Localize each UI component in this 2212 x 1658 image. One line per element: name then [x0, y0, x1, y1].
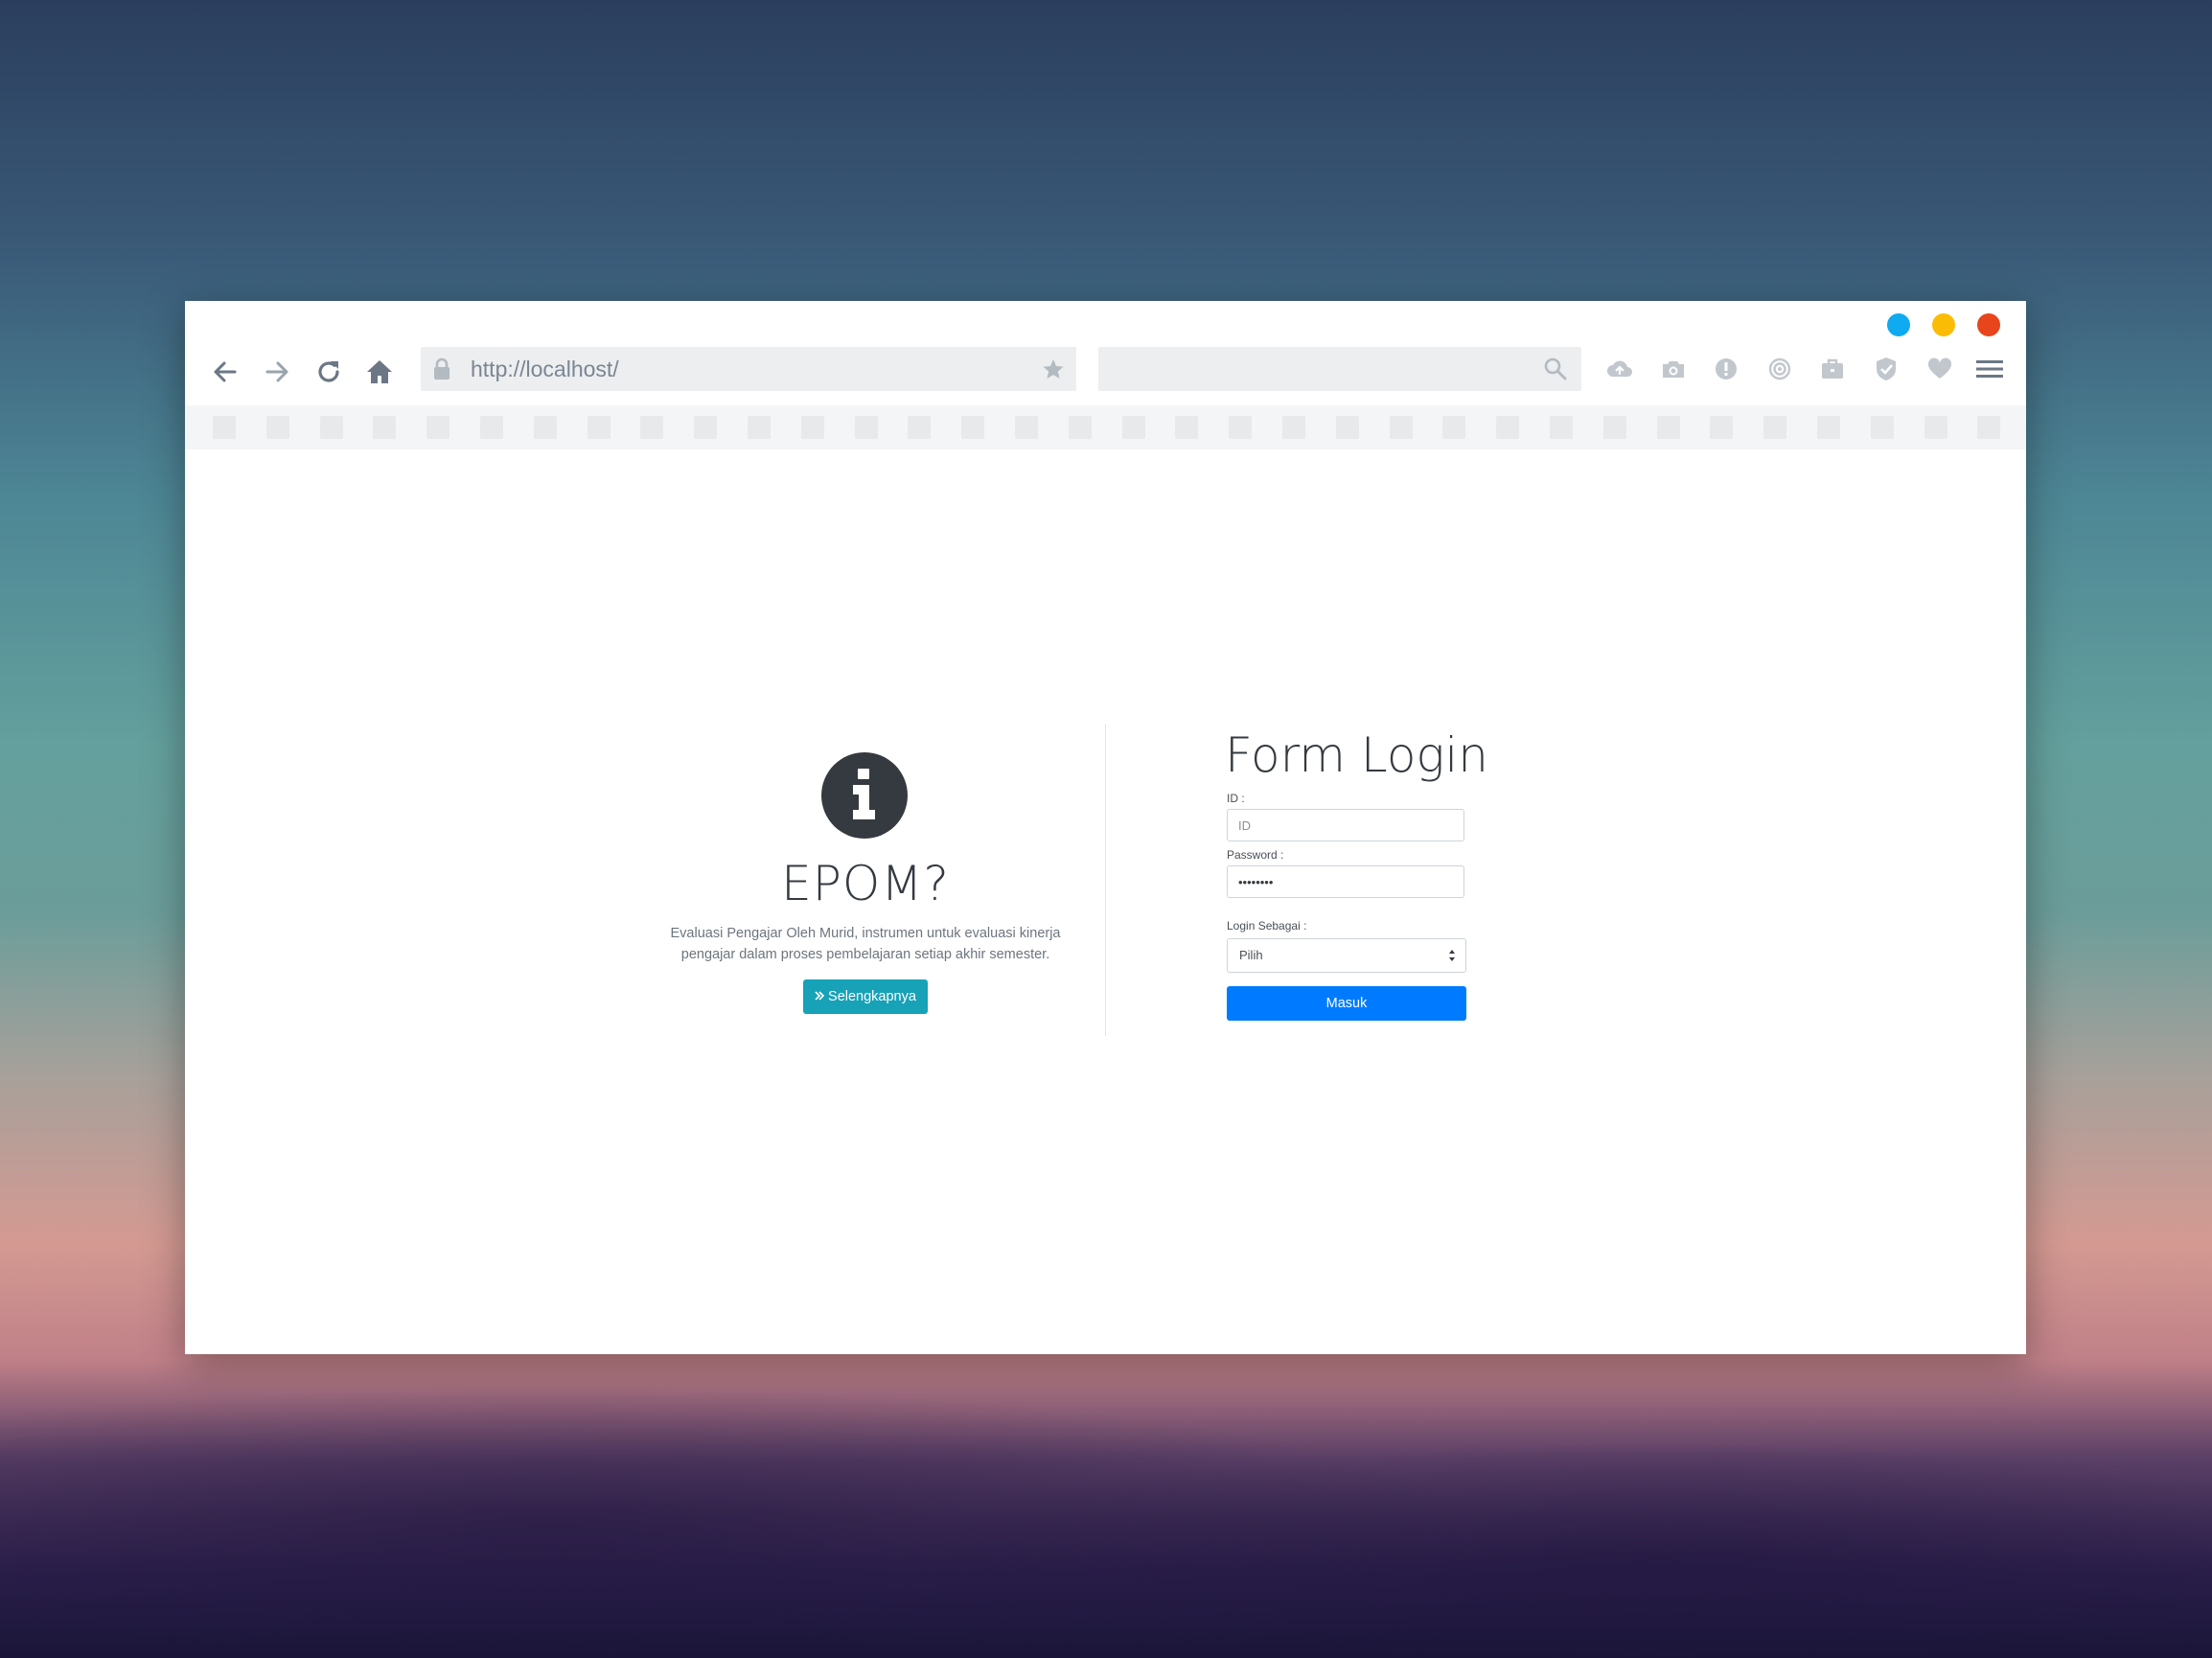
info-description-line2: pengajar dalam proses pembelajaran setia…	[680, 947, 1050, 962]
bookmark-placeholder[interactable]	[1817, 416, 1840, 439]
bookmark-placeholder[interactable]	[1015, 416, 1038, 439]
sort-caret-icon	[1448, 949, 1456, 962]
camera-icon[interactable]	[1657, 353, 1690, 385]
window-maximize-button[interactable]	[1932, 313, 1955, 336]
bookmark-placeholder[interactable]	[1229, 416, 1253, 439]
bookmark-placeholder[interactable]	[1550, 416, 1573, 439]
window-close-button[interactable]	[1977, 313, 2000, 336]
double-chevron-right-icon	[815, 989, 825, 1004]
bookmark-placeholder[interactable]	[1389, 416, 1413, 439]
password-input[interactable]	[1227, 865, 1464, 898]
bookmark-placeholder[interactable]	[533, 416, 557, 439]
info-description-line1: Evaluasi Pengajar Oleh Murid, instrumen …	[670, 926, 1061, 941]
bookmark-placeholder[interactable]	[426, 416, 450, 439]
reload-icon[interactable]	[310, 353, 348, 391]
bookmark-placeholder[interactable]	[854, 416, 878, 439]
info-title: EPOM?	[781, 856, 950, 911]
bookmark-placeholder[interactable]	[373, 416, 397, 439]
bookmark-placeholder[interactable]	[1282, 416, 1305, 439]
bookmark-placeholder[interactable]	[319, 416, 343, 439]
briefcase-icon[interactable]	[1816, 353, 1849, 385]
browser-chrome: http://localhost/	[185, 301, 2026, 449]
back-arrow-icon[interactable]	[206, 353, 244, 391]
read-more-button[interactable]: Selengkapnya	[803, 979, 928, 1014]
role-select[interactable]: Pilih	[1227, 938, 1466, 973]
bookmark-placeholder[interactable]	[800, 416, 824, 439]
window-minimize-button[interactable]	[1887, 313, 1910, 336]
bookmarks-bar	[185, 405, 2026, 449]
bookmark-placeholder[interactable]	[1602, 416, 1626, 439]
bookmark-placeholder[interactable]	[908, 416, 932, 439]
lock-icon	[432, 357, 451, 384]
role-label: Login Sebagai :	[1227, 919, 1307, 933]
address-bar[interactable]: http://localhost/	[421, 347, 1076, 391]
browser-window: http://localhost/ EPOM? Evaluasi Pengaja…	[185, 301, 2026, 1354]
shield-check-icon[interactable]	[1870, 353, 1902, 385]
info-circle-icon	[821, 752, 908, 839]
forward-arrow-icon[interactable]	[258, 353, 296, 391]
form-title: Form Login	[1225, 727, 1488, 783]
role-select-value: Pilih	[1239, 948, 1263, 962]
cloud-upload-icon[interactable]	[1603, 353, 1636, 385]
bookmark-placeholder[interactable]	[694, 416, 718, 439]
bookmark-placeholder[interactable]	[1656, 416, 1680, 439]
bookmark-placeholder[interactable]	[1442, 416, 1466, 439]
home-icon[interactable]	[360, 353, 399, 391]
heart-icon[interactable]	[1924, 353, 1956, 385]
bookmark-placeholder[interactable]	[1068, 416, 1092, 439]
login-submit-button[interactable]: Masuk	[1227, 986, 1466, 1021]
bookmark-placeholder[interactable]	[1175, 416, 1199, 439]
id-label: ID :	[1227, 792, 1245, 805]
search-icon[interactable]	[1543, 357, 1568, 385]
bookmark-placeholder[interactable]	[1121, 416, 1145, 439]
bookmark-placeholder[interactable]	[748, 416, 771, 439]
page-content: EPOM? Evaluasi Pengajar Oleh Murid, inst…	[185, 449, 2026, 1354]
hamburger-menu-icon[interactable]	[1973, 353, 2006, 385]
info-description: Evaluasi Pengajar Oleh Murid, instrumen …	[645, 923, 1086, 965]
read-more-label: Selengkapnya	[828, 989, 916, 1004]
password-label: Password :	[1227, 848, 1284, 862]
bookmark-placeholder[interactable]	[1335, 416, 1359, 439]
bookmark-star-icon[interactable]	[1042, 357, 1065, 384]
bookmark-placeholder[interactable]	[1763, 416, 1787, 439]
broadcast-icon[interactable]	[1763, 353, 1796, 385]
search-bar[interactable]	[1098, 347, 1581, 391]
url-text: http://localhost/	[471, 357, 619, 381]
bookmark-placeholder[interactable]	[265, 416, 289, 439]
bookmark-placeholder[interactable]	[213, 416, 236, 439]
column-divider	[1105, 725, 1106, 1036]
bookmark-placeholder[interactable]	[1924, 416, 1947, 439]
bookmark-placeholder[interactable]	[1710, 416, 1734, 439]
bookmark-placeholder[interactable]	[1977, 416, 2001, 439]
bookmark-placeholder[interactable]	[587, 416, 611, 439]
bookmark-placeholder[interactable]	[961, 416, 985, 439]
id-input[interactable]	[1227, 809, 1464, 841]
bookmark-placeholder[interactable]	[640, 416, 664, 439]
bookmark-placeholder[interactable]	[1870, 416, 1894, 439]
bookmark-placeholder[interactable]	[480, 416, 503, 439]
bookmark-placeholder[interactable]	[1496, 416, 1520, 439]
alert-icon[interactable]	[1710, 353, 1742, 385]
